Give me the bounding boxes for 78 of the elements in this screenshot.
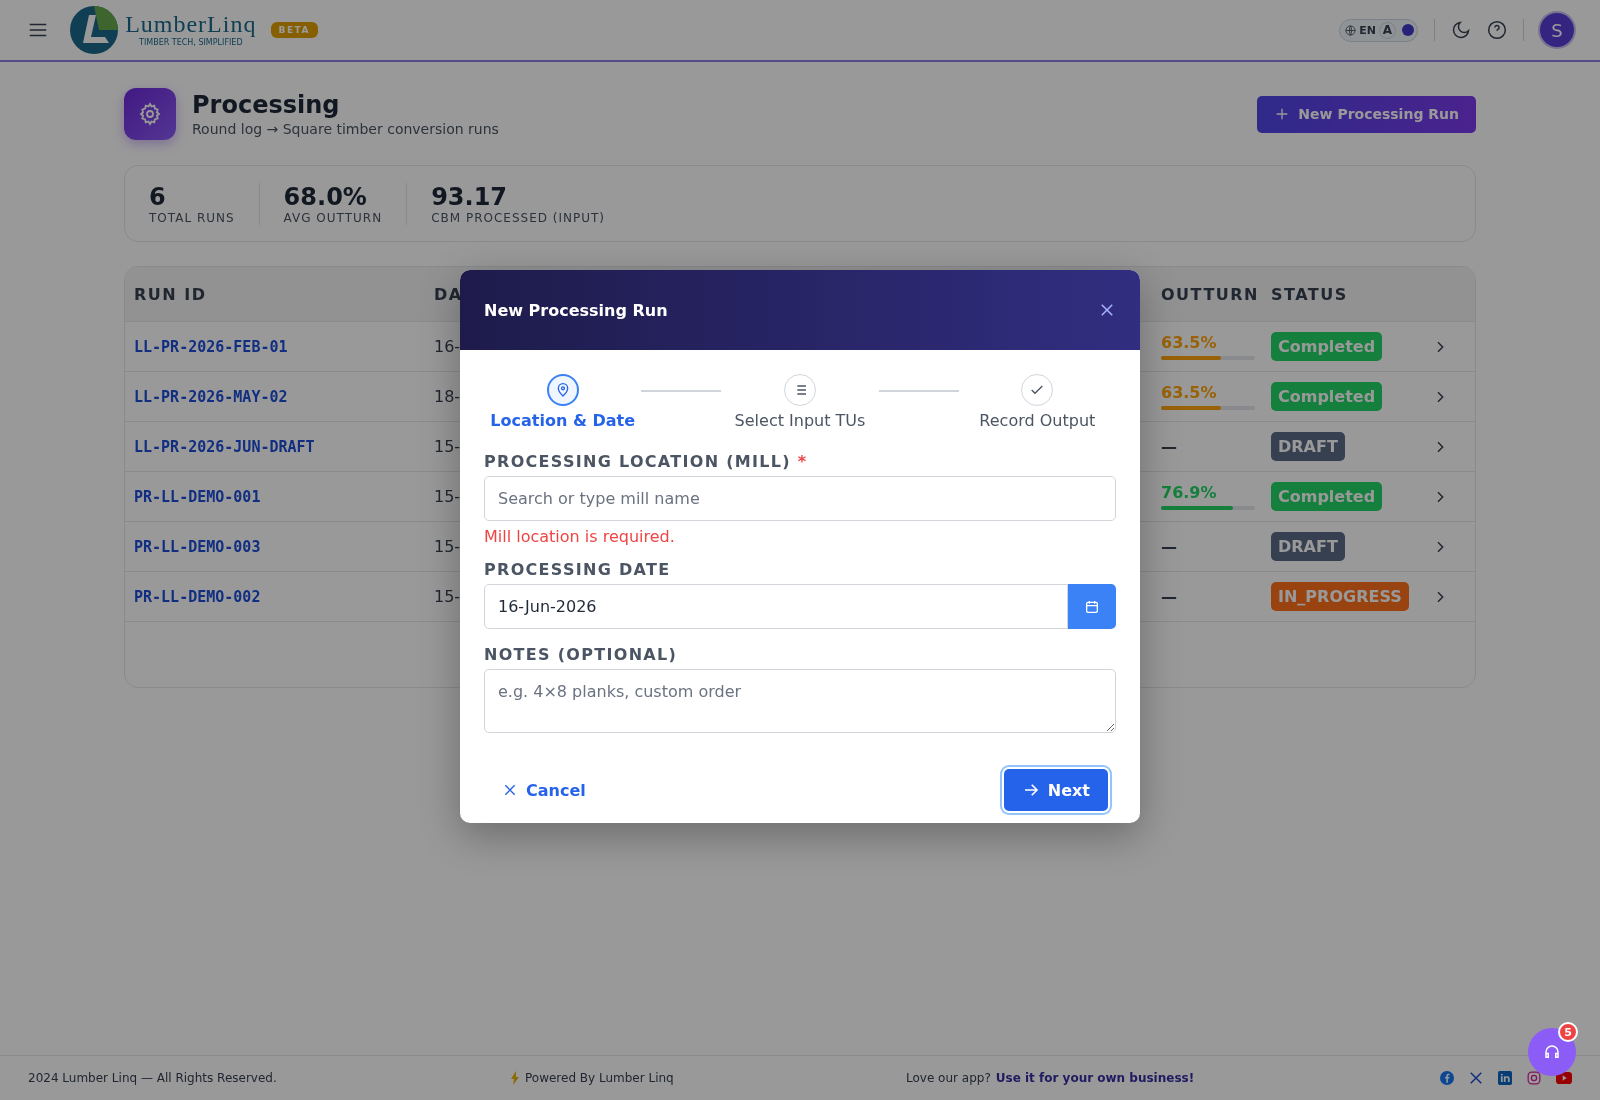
mill-location-field[interactable]: Search or type mill name xyxy=(484,476,1116,521)
outturn-value: — xyxy=(1161,537,1177,556)
column-header: STATUS xyxy=(1271,284,1349,304)
wizard-step[interactable]: Record Output xyxy=(958,374,1116,430)
logo-icon xyxy=(69,5,119,55)
stat-value: 6 xyxy=(149,182,167,211)
stat-label: TOTAL RUNS xyxy=(149,210,235,225)
stat-value: 68.0% xyxy=(283,182,368,211)
help-icon[interactable] xyxy=(1487,20,1507,40)
x-icon[interactable] xyxy=(1469,1071,1483,1085)
column-header: RUN ID xyxy=(134,284,208,304)
run-id-link[interactable]: LL-PR-2026-JUN-DRAFT xyxy=(134,437,434,456)
date-cell: 16- xyxy=(434,337,461,356)
run-id-link[interactable]: PR-LL-DEMO-001 xyxy=(134,487,434,506)
language-toggle[interactable]: EN A xyxy=(1339,18,1418,42)
outturn-value: 76.9% xyxy=(1161,483,1217,502)
date-cell: 15- xyxy=(434,587,461,606)
logo-tagline: TIMBER TECH, SIMPLIFIED xyxy=(139,38,243,49)
status-badge: IN_PROGRESS xyxy=(1271,582,1409,611)
beta-badge: BETA xyxy=(270,22,318,38)
business-link[interactable]: Use it for your own business! xyxy=(995,1071,1195,1085)
column-header: OUTTURN xyxy=(1161,284,1260,304)
field-label: PROCESSING LOCATION (MILL) * xyxy=(484,452,808,471)
logo-name: LumberLinq xyxy=(125,11,257,37)
support-chat-button[interactable] xyxy=(1528,1028,1576,1076)
lightning-icon xyxy=(510,1071,520,1085)
status-badge: Completed xyxy=(1271,332,1383,361)
new-processing-run-button[interactable]: New Processing Run xyxy=(1257,95,1476,133)
youtube-icon[interactable] xyxy=(1556,1072,1572,1084)
stat-value: 93.17 xyxy=(431,182,509,211)
date-cell: 15- xyxy=(434,487,461,506)
instagram-icon[interactable] xyxy=(1527,1071,1541,1085)
notes-field[interactable]: e.g. 4×8 planks, custom order xyxy=(484,669,1116,733)
powered-by-text: Powered By Lumber Linq xyxy=(525,1071,674,1085)
wizard-step[interactable]: Location & Date xyxy=(484,374,642,430)
run-id-link[interactable]: LL-PR-2026-MAY-02 xyxy=(134,387,434,406)
user-avatar[interactable]: S xyxy=(1540,13,1574,47)
processing-date-field[interactable]: 16-Jun-2026 xyxy=(484,584,1068,629)
theme-dot[interactable] xyxy=(1402,24,1414,36)
wizard-step[interactable]: Select Input TUs xyxy=(721,374,879,430)
globe-icon xyxy=(1345,24,1357,36)
dialog-title: New Processing Run xyxy=(484,300,668,320)
stat-label: CBM PROCESSED (INPUT) xyxy=(431,210,605,225)
linkedin-icon[interactable] xyxy=(1498,1071,1512,1085)
facebook-icon[interactable] xyxy=(1440,1071,1454,1085)
run-id-link[interactable]: PR-LL-DEMO-002 xyxy=(134,587,434,606)
date-cell: 15- xyxy=(434,437,461,456)
gear-icon xyxy=(124,88,176,140)
close-icon xyxy=(502,782,518,798)
moon-icon[interactable] xyxy=(1451,20,1471,40)
love-text: Love our app? xyxy=(906,1071,991,1085)
outturn-value: — xyxy=(1161,587,1177,606)
date-cell: 18- xyxy=(434,387,461,406)
status-badge: Completed xyxy=(1271,482,1383,511)
status-badge: Completed xyxy=(1271,382,1383,411)
date-cell: 15- xyxy=(434,537,461,556)
field-label: PROCESSING DATE xyxy=(484,560,671,579)
language-code: EN xyxy=(1359,23,1376,37)
close-icon[interactable] xyxy=(1098,301,1116,319)
outturn-value: 63.5% xyxy=(1161,333,1217,352)
run-id-link[interactable]: PR-LL-DEMO-003 xyxy=(134,537,434,556)
cancel-button[interactable]: Cancel xyxy=(492,772,596,808)
headset-icon xyxy=(1543,1043,1561,1061)
page-title: Processing xyxy=(192,91,341,119)
field-label: NOTES (OPTIONAL) xyxy=(484,645,678,664)
copyright-text: 2024 Lumber Linq — All Rights Reserved. xyxy=(28,1071,278,1085)
outturn-value: — xyxy=(1161,437,1177,456)
stat-label: AVG OUTTURN xyxy=(283,210,383,225)
status-badge: DRAFT xyxy=(1271,532,1345,561)
notification-badge: 5 xyxy=(1558,1022,1578,1042)
page-subtitle: Round log → Square timber conversion runs xyxy=(192,121,499,137)
column-header: DA xyxy=(434,284,464,304)
status-badge: DRAFT xyxy=(1271,432,1345,461)
calendar-button[interactable] xyxy=(1068,584,1116,629)
error-message: Mill location is required. xyxy=(484,527,675,546)
run-id-link[interactable]: LL-PR-2026-FEB-01 xyxy=(134,337,434,356)
calendar-icon xyxy=(1084,598,1100,615)
outturn-value: 63.5% xyxy=(1161,383,1217,402)
